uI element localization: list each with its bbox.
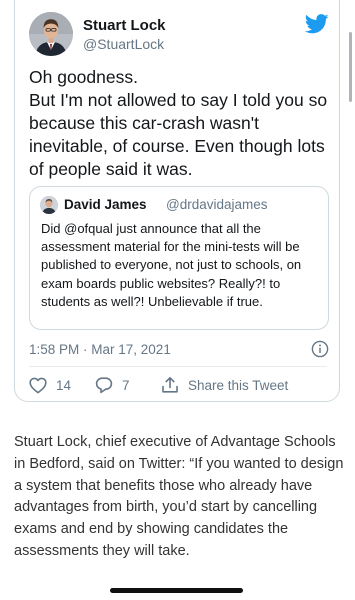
tweet-actions: 14 7 Share this Tweet [29, 374, 329, 396]
quoted-author-name: David James [64, 197, 147, 212]
scrollbar[interactable] [349, 32, 352, 102]
quoted-author-avatar [40, 196, 58, 214]
embedded-tweet[interactable]: Stuart Lock @StuartLock Oh goodness. But… [14, 0, 340, 402]
author-avatar[interactable] [29, 12, 73, 56]
share-icon [161, 376, 179, 394]
author-handle[interactable]: @StuartLock [83, 36, 164, 52]
like-button[interactable]: 14 [29, 374, 71, 396]
like-count: 14 [56, 377, 72, 393]
heart-icon [29, 377, 47, 394]
share-button[interactable]: Share this Tweet [161, 374, 288, 396]
tweet-timestamp[interactable]: 1:58 PM · Mar 17, 2021 [29, 342, 171, 357]
tweet-header: Stuart Lock @StuartLock [29, 12, 329, 58]
tweet-text: Oh goodness. But I'm not allowed to say … [29, 67, 328, 179]
reply-count: 7 [122, 377, 130, 393]
article-paragraph: Stuart Lock, chief executive of Advantag… [14, 434, 344, 559]
reply-button[interactable]: 7 [95, 374, 130, 396]
page: Stuart Lock @StuartLock Oh goodness. But… [0, 0, 355, 600]
quoted-tweet-text: Did @ofqual just announce that all the a… [41, 221, 302, 309]
reply-icon [95, 376, 113, 394]
home-indicator[interactable] [110, 588, 243, 593]
quoted-author-handle: @drdavidajames [166, 197, 268, 212]
twitter-bird-icon[interactable] [304, 14, 329, 34]
quoted-tweet[interactable]: David James @drdavidajames Did @ofqual j… [29, 186, 329, 330]
info-icon[interactable] [311, 340, 329, 358]
tweet-meta: 1:58 PM · Mar 17, 2021 [29, 340, 329, 360]
divider [29, 366, 327, 367]
share-label: Share this Tweet [188, 377, 289, 393]
author-name[interactable]: Stuart Lock [83, 17, 166, 34]
